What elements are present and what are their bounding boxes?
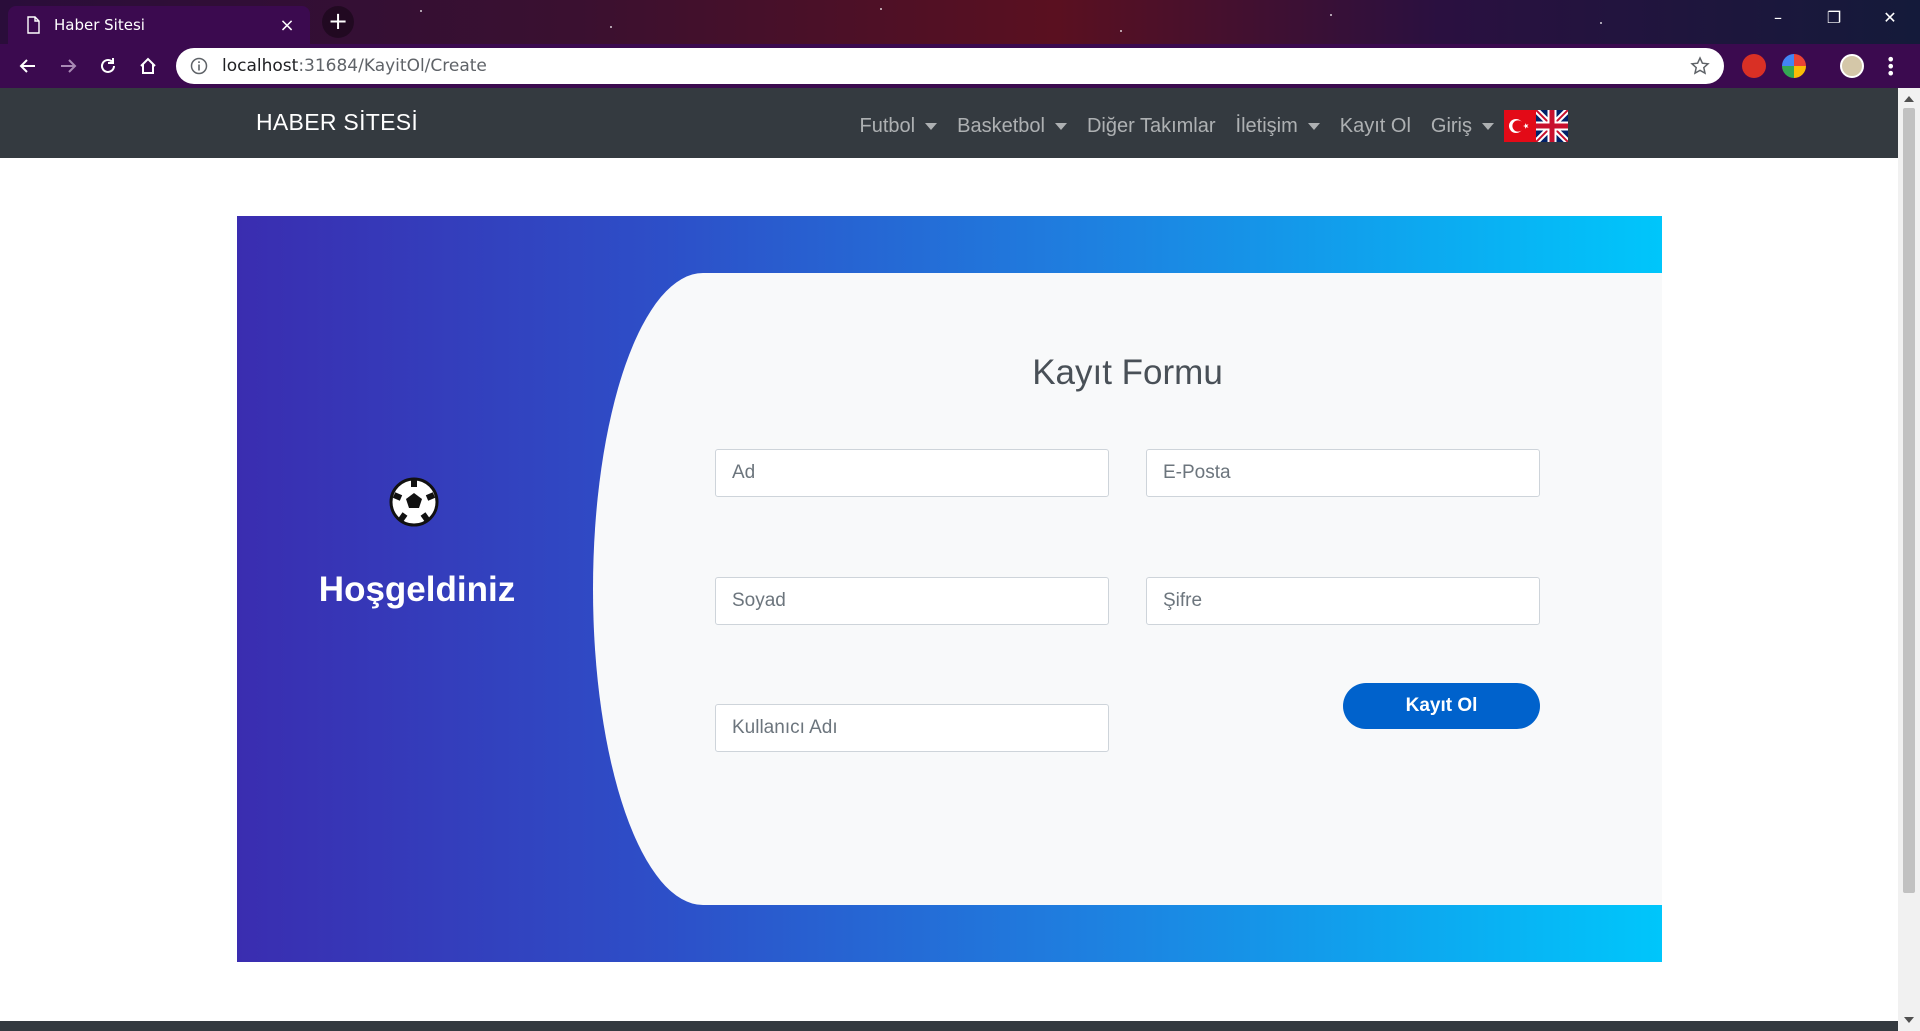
nav-item-label: Giriş — [1430, 114, 1472, 137]
first-name-input[interactable] — [715, 449, 1109, 497]
address-bar[interactable]: localhost :31684/KayitOl/Create — [176, 48, 1724, 84]
welcome-panel: Hoşgeldiniz — [237, 216, 597, 962]
nav-item-basketbol[interactable]: Basketbol — [957, 115, 1067, 138]
star-icon[interactable] — [1690, 56, 1710, 76]
last-name-input[interactable] — [715, 577, 1109, 625]
close-tab-icon[interactable]: × — [276, 15, 298, 36]
caret-down-icon — [1482, 122, 1494, 130]
username-input[interactable] — [715, 704, 1109, 752]
extension-multicolor-icon[interactable] — [1782, 54, 1806, 78]
arrow-right-icon — [61, 59, 77, 73]
nav-links: Futbol Basketbol Diğer Takımlar İletişim… — [840, 110, 1568, 142]
nav-item-diger-takimlar[interactable]: Diğer Takımlar — [1087, 115, 1216, 138]
nav-item-label: Kayıt Ol — [1339, 114, 1411, 137]
restore-window-button[interactable]: ❐ — [1806, 0, 1862, 36]
reload-icon — [101, 58, 115, 73]
soccer-ball-icon — [389, 477, 439, 527]
close-window-button[interactable]: ✕ — [1862, 0, 1918, 36]
browser-tab-strip: Haber Sitesi × + – ❐ ✕ — [0, 0, 1920, 44]
url-host: localhost — [222, 56, 299, 76]
turkey-flag-icon[interactable] — [1504, 110, 1536, 142]
nav-item-label: Basketbol — [957, 114, 1045, 137]
welcome-heading: Hoşgeldiniz — [318, 570, 516, 609]
nav-item-giris[interactable]: Giriş — [1431, 115, 1494, 138]
register-submit-button[interactable]: Kayıt Ol — [1343, 683, 1540, 729]
tab-title: Haber Sitesi — [54, 16, 145, 34]
scroll-down-icon[interactable] — [1904, 1017, 1914, 1023]
nav-item-label: İletişim — [1235, 114, 1298, 137]
uk-flag-icon[interactable] — [1536, 110, 1568, 142]
browser-toolbar: localhost :31684/KayitOl/Create • • • — [0, 44, 1920, 88]
minimize-window-button[interactable]: – — [1750, 0, 1806, 36]
caret-down-icon — [925, 122, 938, 130]
new-tab-button[interactable]: + — [322, 6, 354, 38]
register-card: Hoşgeldiniz Kayıt Formu Kayıt Ol — [237, 216, 1662, 962]
password-input[interactable] — [1146, 577, 1540, 625]
page-scrollbar[interactable] — [1898, 88, 1920, 1031]
browser-tab[interactable]: Haber Sitesi × — [8, 6, 310, 44]
email-input[interactable] — [1146, 449, 1540, 497]
site-navbar: HABER SİTESİ Futbol Basketbol Diğer Takı… — [0, 88, 1898, 158]
nav-item-label: Futbol — [859, 114, 916, 137]
nav-item-kayit-ol[interactable]: Kayıt Ol — [1340, 115, 1411, 138]
kebab-menu-icon[interactable]: • • • — [1886, 52, 1895, 82]
reload-button[interactable] — [88, 46, 128, 86]
site-brand[interactable]: HABER SİTESİ — [256, 109, 418, 136]
scroll-up-icon[interactable] — [1904, 96, 1914, 102]
caret-down-icon — [1307, 122, 1320, 130]
caret-down-icon — [1054, 122, 1067, 130]
url-path: :31684/KayitOl/Create — [298, 56, 487, 76]
arrow-left-icon — [19, 59, 35, 73]
nav-item-iletisim[interactable]: İletişim — [1236, 115, 1320, 138]
forward-button[interactable] — [48, 46, 88, 86]
extension-red-icon[interactable] — [1742, 54, 1766, 78]
avatar[interactable] — [1840, 54, 1864, 78]
home-button[interactable] — [128, 46, 168, 86]
form-title: Kayıt Formu — [1032, 353, 1223, 392]
nav-item-futbol[interactable]: Futbol — [860, 115, 938, 138]
nav-item-label: Diğer Takımlar — [1086, 114, 1216, 137]
footer-strip — [0, 1021, 1898, 1031]
document-icon — [27, 16, 40, 34]
back-button[interactable] — [8, 46, 48, 86]
scroll-thumb[interactable] — [1903, 108, 1915, 893]
home-icon — [140, 57, 156, 74]
info-icon[interactable] — [190, 57, 208, 75]
